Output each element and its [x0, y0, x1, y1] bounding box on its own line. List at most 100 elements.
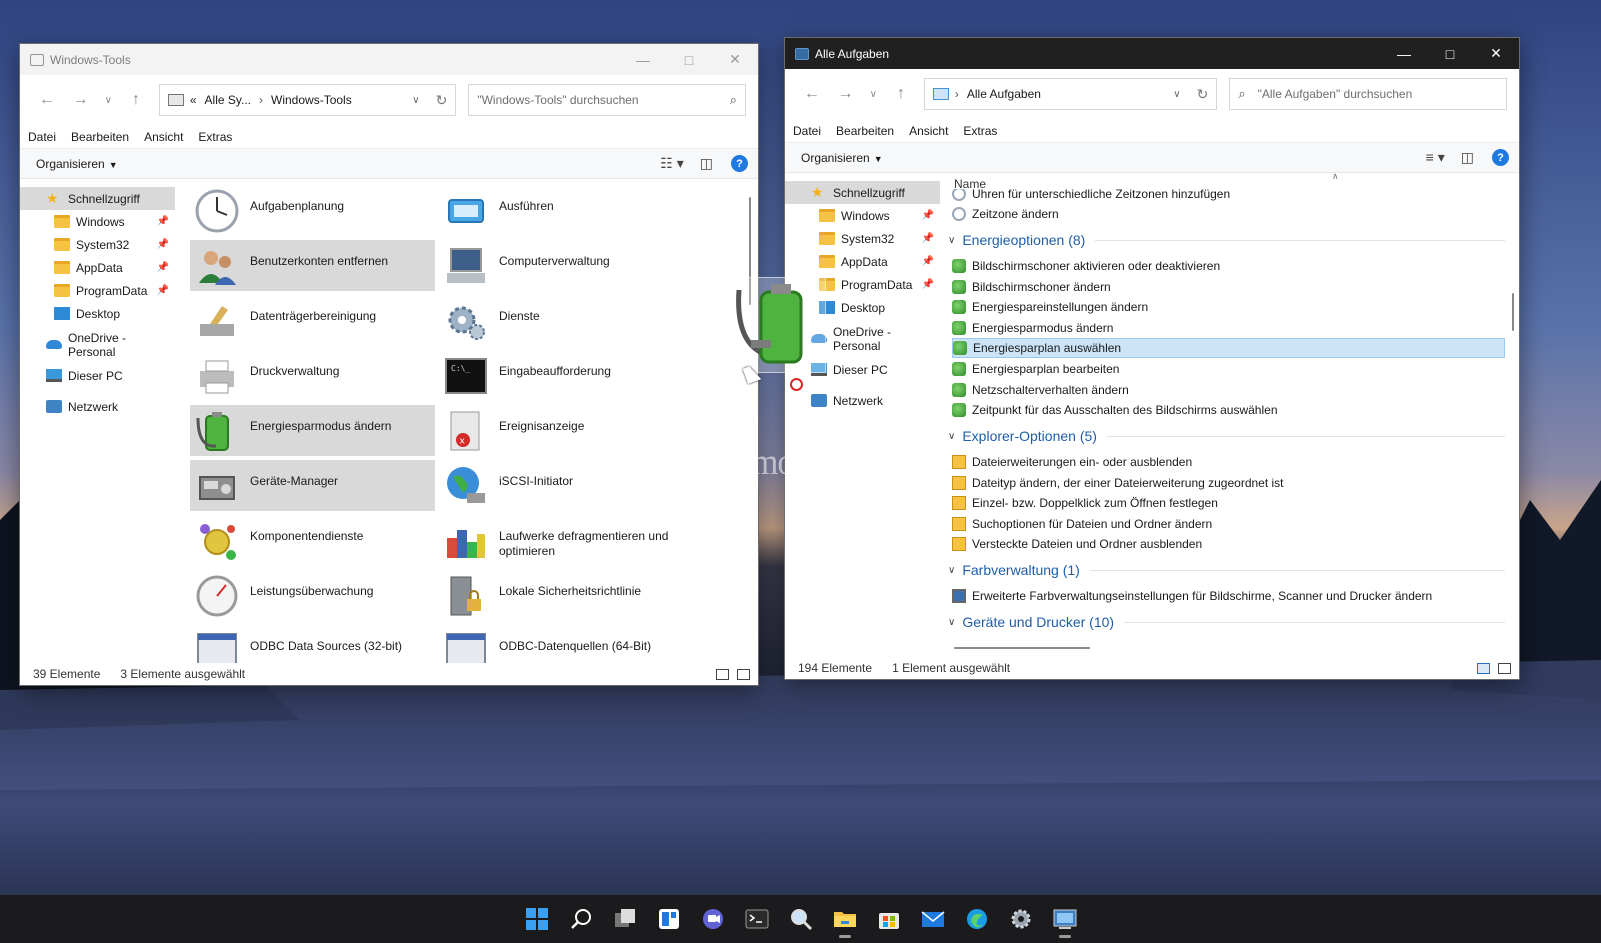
nav-item-system32[interactable]: System32 📌 [20, 233, 175, 256]
item-leistungsueberwachung[interactable]: Leistungsüberwachung [190, 570, 435, 621]
windows-start-icon[interactable] [515, 899, 559, 939]
nav-item-dieser-pc[interactable]: Dieser PC [20, 364, 175, 387]
store-icon[interactable] [867, 899, 911, 939]
preview-pane-icon[interactable]: ◫ [1461, 149, 1474, 166]
menu-datei[interactable]: Datei [28, 130, 56, 144]
search-icon[interactable] [559, 899, 603, 939]
menu-bearbeiten[interactable]: Bearbeiten [71, 130, 129, 144]
change-view-icon[interactable]: ≡ ▾ [1426, 149, 1445, 166]
organize-button[interactable]: Organisieren ▼ [801, 151, 883, 165]
sort-ascending-icon[interactable]: ∧ [1332, 171, 1339, 182]
address-dropdown-chevron-icon[interactable]: ∨ [412, 95, 419, 106]
list-item[interactable]: Bildschirmschoner ändern [952, 277, 1505, 297]
menu-datei[interactable]: Datei [793, 124, 821, 138]
back-arrow-icon[interactable]: ← [30, 91, 64, 109]
list-item[interactable]: Suchoptionen für Dateien und Ordner ände… [952, 514, 1505, 534]
menu-bearbeiten[interactable]: Bearbeiten [836, 124, 894, 138]
horizontal-scrollbar[interactable] [954, 647, 1090, 649]
item-druckverwaltung[interactable]: Druckverwaltung [190, 350, 435, 401]
nav-item-schnellzugriff[interactable]: ★ Schnellzugriff [785, 181, 940, 204]
large-icons-view-icon[interactable] [737, 668, 750, 680]
alle-aufgaben-window[interactable]: Alle Aufgaben — □ ✕ ← → ∨ ↑ › Alle Aufga… [784, 37, 1520, 680]
details-view-icon[interactable] [716, 668, 729, 680]
maximize-button[interactable]: □ [666, 44, 712, 75]
list-item[interactable]: Netzschalterverhalten ändern [952, 380, 1505, 400]
item-eingabeaufforderung[interactable]: C:\_ Eingabeaufforderung [439, 350, 684, 401]
menu-ansicht[interactable]: Ansicht [144, 130, 183, 144]
list-item[interactable]: Energiesparmodus ändern [952, 318, 1505, 338]
back-arrow-icon[interactable]: ← [795, 85, 829, 103]
list-item[interactable]: Einzel- bzw. Doppelklick zum Öffnen fest… [952, 493, 1505, 513]
nav-item-desktop[interactable]: Desktop [20, 302, 175, 325]
list-item[interactable]: Energiespareinstellungen ändern [952, 297, 1505, 317]
menu-ansicht[interactable]: Ansicht [909, 124, 948, 138]
nav-item-netzwerk[interactable]: Netzwerk [785, 389, 940, 412]
title-bar[interactable]: Windows-Tools — □ ✕ [20, 44, 758, 75]
search-input[interactable]: "Windows-Tools" durchsuchen ⌕ [468, 84, 746, 116]
address-dropdown-chevron-icon[interactable]: ∨ [1173, 89, 1180, 100]
organize-button[interactable]: Organisieren ▼ [36, 157, 118, 171]
list-item[interactable]: Versteckte Dateien und Ordner ausblenden [952, 534, 1505, 554]
item-dienste[interactable]: Dienste [439, 295, 684, 346]
search-icon[interactable]: ⌕ [730, 92, 737, 108]
search-icon[interactable]: ⌕ [1238, 86, 1245, 102]
edge-icon[interactable] [955, 899, 999, 939]
help-icon[interactable]: ? [1492, 149, 1509, 166]
menu-extras[interactable]: Extras [198, 130, 232, 144]
details-view-icon[interactable] [1477, 662, 1490, 674]
group-header-energieoptionen[interactable]: ∨ Energieoptionen (8) [948, 229, 1505, 251]
list-item[interactable]: Dateierweiterungen ein- oder ausblenden [952, 452, 1505, 472]
up-arrow-icon[interactable]: ↑ [884, 85, 918, 103]
terminal-icon[interactable] [735, 899, 779, 939]
help-icon[interactable]: ? [731, 155, 748, 172]
item-lokale-sicherheitsrichtlinie[interactable]: Lokale Sicherheitsrichtlinie [439, 570, 684, 621]
address-bar[interactable]: « Alle Sy... › Windows-Tools ∨ ↻ [158, 84, 457, 116]
close-button[interactable]: ✕ [1473, 38, 1519, 69]
list-item[interactable]: Bildschirmschoner aktivieren oder deakti… [952, 256, 1505, 276]
list-item[interactable]: Uhren für unterschiedliche Zeitzonen hin… [952, 189, 1505, 201]
up-arrow-icon[interactable]: ↑ [119, 91, 153, 109]
vertical-scrollbar[interactable] [1512, 293, 1514, 331]
teams-chat-icon[interactable] [691, 899, 735, 939]
item-komponentendienste[interactable]: Komponentendienste [190, 515, 435, 566]
item-benutzerkonten-entfernen[interactable]: Benutzerkonten entfernen [190, 240, 435, 291]
item-ausfuehren[interactable]: Ausführen [439, 185, 684, 236]
settings-icon[interactable] [999, 899, 1043, 939]
maximize-button[interactable]: □ [1427, 38, 1473, 69]
forward-arrow-icon[interactable]: → [829, 85, 863, 103]
list-item-selected[interactable]: Energiesparplan auswählen [952, 338, 1505, 358]
list-item[interactable]: Erweiterte Farbverwaltungseinstellungen … [952, 586, 1505, 606]
item-geraete-manager[interactable]: Geräte-Manager [190, 460, 435, 511]
item-computerverwaltung[interactable]: Computerverwaltung [439, 240, 684, 291]
item-laufwerke-defragmentieren[interactable]: Laufwerke defragmentieren und optimieren [439, 515, 684, 566]
nav-item-appdata[interactable]: AppData 📌 [785, 250, 940, 273]
breadcrumb-separator-icon[interactable]: › [259, 93, 263, 107]
mail-icon[interactable] [911, 899, 955, 939]
item-energiesparmodus-aendern[interactable]: Energiesparmodus ändern [190, 405, 435, 456]
widgets-icon[interactable] [647, 899, 691, 939]
breadcrumb-item[interactable]: Alle Sy... [205, 93, 251, 107]
address-bar[interactable]: › Alle Aufgaben ∨ ↻ [923, 78, 1218, 110]
nav-item-system32[interactable]: System32 📌 [785, 227, 940, 250]
group-header-geraete-und-drucker[interactable]: ∨ Geräte und Drucker (10) [948, 611, 1505, 633]
control-panel-icon[interactable] [1043, 899, 1087, 939]
nav-item-schnellzugriff[interactable]: ★ Schnellzugriff [20, 187, 175, 210]
forward-arrow-icon[interactable]: → [64, 91, 98, 109]
refresh-icon[interactable]: ↻ [1197, 86, 1209, 103]
preview-pane-icon[interactable]: ◫ [700, 155, 713, 172]
item-aufgabenplanung[interactable]: Aufgabenplanung [190, 185, 435, 236]
nav-item-programdata[interactable]: ProgramData 📌 [20, 279, 175, 302]
recent-locations-chevron-icon[interactable]: ∨ [862, 89, 884, 100]
group-header-farbverwaltung[interactable]: ∨ Farbverwaltung (1) [948, 559, 1505, 581]
nav-item-windows[interactable]: Windows 📌 [785, 204, 940, 227]
breadcrumb-separator-icon[interactable]: › [955, 87, 959, 101]
list-item[interactable]: Zeitpunkt für das Ausschalten des Bildsc… [952, 400, 1505, 420]
search-input[interactable]: ⌕ "Alle Aufgaben" durchsuchen [1229, 78, 1507, 110]
list-item[interactable]: Zeitzone ändern [952, 204, 1505, 224]
change-view-icon[interactable]: ☷ ▾ [660, 155, 683, 172]
item-iscsi-initiator[interactable]: iSCSI-Initiator [439, 460, 684, 511]
breadcrumb-current[interactable]: Windows-Tools [271, 93, 352, 107]
list-item[interactable]: Dateityp ändern, der einer Dateierweiter… [952, 473, 1505, 493]
breadcrumb-current[interactable]: Alle Aufgaben [967, 87, 1041, 101]
magnifier-icon[interactable] [779, 899, 823, 939]
